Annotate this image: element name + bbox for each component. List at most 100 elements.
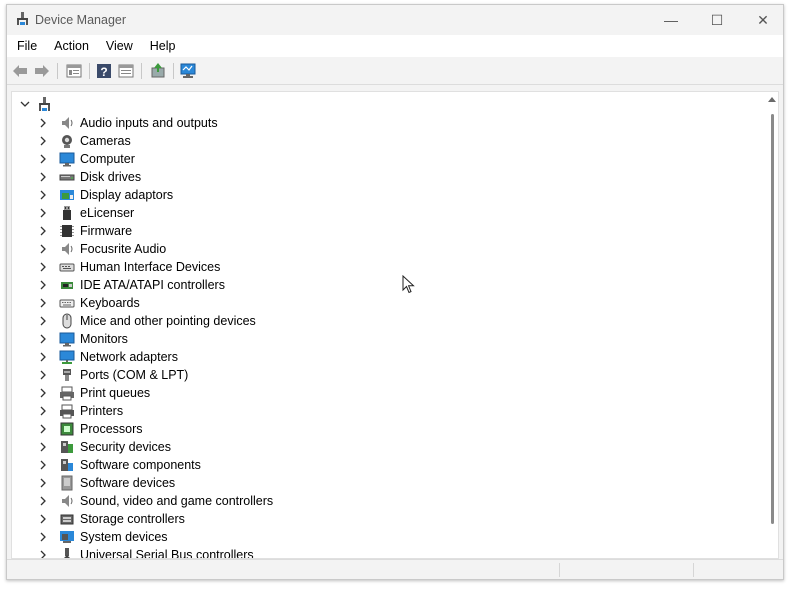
tree-category-software-devices[interactable]: Software devices [12,474,752,492]
tree-category-processors[interactable]: Processors [12,420,752,438]
tree-category-label[interactable]: System devices [80,530,168,544]
properties-sheet-icon[interactable] [117,62,135,80]
chevron-right-icon[interactable] [39,226,47,236]
tree-category-label[interactable]: Ports (COM & LPT) [80,368,188,382]
tree-category-label[interactable]: Cameras [80,134,131,148]
menu-help[interactable]: Help [140,39,183,53]
tree-category-label[interactable]: Display adaptors [80,188,173,202]
chevron-right-icon[interactable] [39,388,47,398]
tree-category-label[interactable]: Monitors [80,332,128,346]
tree-category-label[interactable]: Sound, video and game controllers [80,494,273,508]
maximize-button[interactable]: ☐ [694,5,740,35]
tree-category-focusrite-audio[interactable]: Focusrite Audio [12,240,752,258]
tree-category-display-adaptors[interactable]: Display adaptors [12,186,752,204]
scroll-up-arrow-icon[interactable] [768,96,776,102]
tree-category-label[interactable]: Storage controllers [80,512,185,526]
back-arrow-icon[interactable] [11,62,29,80]
tree-category-label[interactable]: Print queues [80,386,150,400]
tree-category-label[interactable]: IDE ATA/ATAPI controllers [80,278,225,292]
chevron-down-icon[interactable] [20,99,30,109]
tree-category-disk-drives[interactable]: Disk drives [12,168,752,186]
tree-category-label[interactable]: Software devices [80,476,175,490]
chevron-right-icon[interactable] [39,118,47,128]
tree-category-label[interactable]: Human Interface Devices [80,260,220,274]
tree-category-software-components[interactable]: Software components [12,456,752,474]
tree-category-label[interactable]: Processors [80,422,143,436]
properties-icon[interactable] [65,62,83,80]
mouse-icon [62,313,72,329]
tree-category-firmware[interactable]: Firmware [12,222,752,240]
tree-category-label[interactable]: Network adapters [80,350,178,364]
tree-category-sound-video-and-game-controllers[interactable]: Sound, video and game controllers [12,492,752,510]
menu-file[interactable]: File [7,39,44,53]
chevron-right-icon[interactable] [39,550,47,559]
chevron-right-icon[interactable] [39,460,47,470]
title-bar[interactable]: Device Manager — ☐ ✕ [7,5,783,35]
chevron-right-icon[interactable] [39,442,47,452]
menu-action[interactable]: Action [44,39,96,53]
tree-category-ports-com-lpt[interactable]: Ports (COM & LPT) [12,366,752,384]
chevron-right-icon[interactable] [39,496,47,506]
device-manager-app-icon [17,12,28,25]
tree-category-storage-controllers[interactable]: Storage controllers [12,510,752,528]
chevron-right-icon[interactable] [39,334,47,344]
close-button[interactable]: ✕ [740,5,786,35]
chevron-right-icon[interactable] [39,280,47,290]
tree-category-computer[interactable]: Computer [12,150,752,168]
tree-category-label[interactable]: Security devices [80,440,171,454]
hid-icon [59,263,75,272]
tree-category-monitors[interactable]: Monitors [12,330,752,348]
help-icon[interactable]: ? [95,62,113,80]
tree-category-label[interactable]: Keyboards [80,296,140,310]
tree-category-label[interactable]: Firmware [80,224,132,238]
chevron-right-icon[interactable] [39,172,47,182]
chevron-right-icon[interactable] [39,136,47,146]
tree-category-cameras[interactable]: Cameras [12,132,752,150]
tree-category-label[interactable]: Disk drives [80,170,141,184]
chevron-right-icon[interactable] [39,244,47,254]
scan-hardware-icon[interactable] [179,62,197,80]
chevron-right-icon[interactable] [39,316,47,326]
tree-category-label[interactable]: Computer [80,152,135,166]
tree-category-label[interactable]: Software components [80,458,201,472]
chevron-right-icon[interactable] [39,478,47,488]
tree-category-label[interactable]: Audio inputs and outputs [80,116,218,130]
chevron-right-icon[interactable] [39,370,47,380]
tree-category-keyboards[interactable]: Keyboards [12,294,752,312]
update-driver-icon[interactable] [149,62,167,80]
software-component-icon [61,459,73,471]
chevron-right-icon[interactable] [39,298,47,308]
tree-category-system-devices[interactable]: System devices [12,528,752,546]
tree-category-printers[interactable]: Printers [12,402,752,420]
tree-category-label[interactable]: Focusrite Audio [80,242,166,256]
chevron-right-icon[interactable] [39,262,47,272]
tree-category-label[interactable]: eLicenser [80,206,134,220]
tree-category-network-adapters[interactable]: Network adapters [12,348,752,366]
chevron-right-icon[interactable] [39,406,47,416]
tree-category-print-queues[interactable]: Print queues [12,384,752,402]
chevron-right-icon[interactable] [39,352,47,362]
chevron-right-icon[interactable] [39,424,47,434]
tree-category-audio-inputs-and-outputs[interactable]: Audio inputs and outputs [12,114,752,132]
tree-root-node[interactable] [12,96,778,114]
tree-category-label[interactable]: Printers [80,404,123,418]
tree-category-universal-serial-bus-controllers[interactable]: Universal Serial Bus controllers [12,546,752,559]
tree-category-label[interactable]: Universal Serial Bus controllers [80,548,254,558]
chevron-right-icon[interactable] [39,154,47,164]
tree-category-security-devices[interactable]: Security devices [12,438,752,456]
forward-arrow-icon[interactable] [33,62,51,80]
tree-category-mice-and-other-pointing-devices[interactable]: Mice and other pointing devices [12,312,752,330]
vertical-scrollbar[interactable] [766,92,778,558]
chevron-right-icon[interactable] [39,514,47,524]
tree-category-elicenser[interactable]: eLicenser [12,204,752,222]
chevron-right-icon[interactable] [39,208,47,218]
menu-view[interactable]: View [96,39,140,53]
tree-category-ide-ata-atapi-controllers[interactable]: IDE ATA/ATAPI controllers [12,276,752,294]
minimize-button[interactable]: — [648,5,694,35]
tree-category-human-interface-devices[interactable]: Human Interface Devices [12,258,752,276]
device-tree-panel[interactable]: Audio inputs and outputs Cameras Computer D… [11,91,779,559]
chevron-right-icon[interactable] [39,190,47,200]
tree-category-label[interactable]: Mice and other pointing devices [80,314,256,328]
chevron-right-icon[interactable] [39,532,47,542]
scrollbar-thumb[interactable] [771,114,774,524]
